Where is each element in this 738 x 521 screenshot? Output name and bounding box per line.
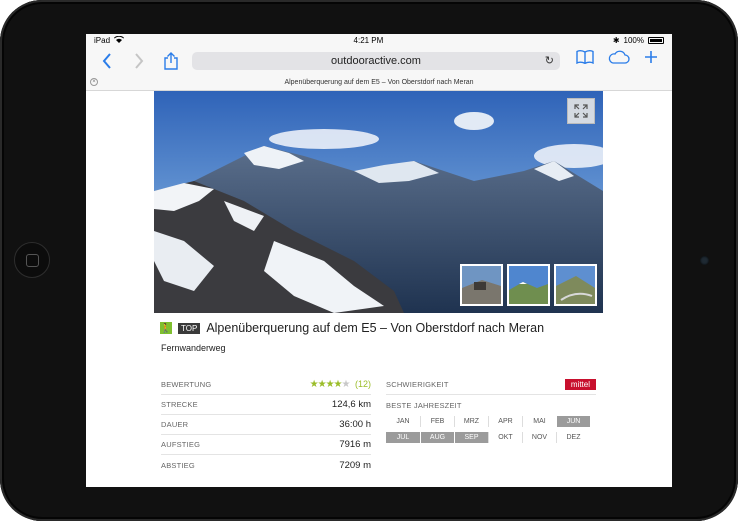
rating-value[interactable]: ★★★★★ (12): [310, 379, 371, 390]
close-icon[interactable]: ×: [90, 78, 98, 86]
thumbnail-strip: [460, 264, 597, 306]
detail-value: 7916 m: [339, 439, 371, 450]
month-jun: JUN: [556, 416, 590, 427]
tour-conditions: SCHWIERIGKEIT mittel BESTE JAHRESZEIT JA…: [386, 375, 596, 443]
chevron-left-icon[interactable]: [96, 50, 118, 72]
thumbnail-2[interactable]: [507, 264, 550, 306]
reload-icon[interactable]: ↻: [545, 54, 554, 67]
month-feb: FEB: [420, 416, 454, 427]
detail-value: 36:00 h: [339, 419, 371, 430]
bluetooth-icon: ✱: [612, 36, 620, 45]
detail-label: ABSTIEG: [161, 460, 195, 470]
star-rating-icon: ★★★★★: [309, 379, 351, 390]
detail-row-ascent: AUFSTIEG 7916 m: [161, 435, 371, 455]
month-okt: OKT: [488, 432, 522, 443]
battery-icon: [647, 37, 664, 44]
detail-row-duration: DAUER 36:00 h: [161, 415, 371, 435]
thumbnail-1[interactable]: [460, 264, 503, 306]
status-bar: iPad 4:21 PM ✱ 100%: [86, 34, 672, 47]
book-icon[interactable]: [576, 50, 594, 69]
tour-details: BEWERTUNG ★★★★★ (12) STRECKE 124,6 km DA…: [161, 375, 371, 475]
hero-image[interactable]: [154, 91, 603, 313]
share-icon[interactable]: [160, 50, 182, 72]
difficulty-badge: mittel: [564, 379, 596, 390]
status-time: 4:21 PM: [353, 36, 384, 45]
season-months: JAN FEB MRZ APR MAI JUN JUL AUG SEP OKT …: [386, 416, 596, 443]
battery-percent: 100%: [623, 36, 644, 45]
season-label: BESTE JAHRESZEIT: [386, 401, 462, 410]
detail-value: 7209 m: [339, 459, 371, 471]
browser-toolbar: outdooractive.com ↻: [86, 47, 672, 75]
top-badge: TOP: [178, 322, 201, 334]
url-text: outdooractive.com: [331, 55, 421, 67]
detail-label: DAUER: [161, 420, 189, 429]
screen: iPad 4:21 PM ✱ 100% outdooractive.com ↻ …: [86, 34, 672, 487]
detail-label: STRECKE: [161, 400, 198, 409]
camera: [700, 256, 709, 265]
detail-row-distance: STRECKE 124,6 km: [161, 395, 371, 415]
detail-label: AUFSTIEG: [161, 440, 201, 449]
difficulty-label: SCHWIERIGKEIT: [386, 380, 449, 389]
month-aug: AUG: [420, 432, 454, 443]
device-name: iPad: [94, 36, 111, 45]
detail-value: 124,6 km: [331, 399, 371, 410]
ipad-bezel: iPad 4:21 PM ✱ 100% outdooractive.com ↻ …: [0, 0, 738, 521]
tour-category: Fernwanderweg: [161, 343, 226, 353]
rating-count: (12): [354, 379, 371, 389]
plus-icon[interactable]: [644, 50, 658, 69]
hiking-icon: 🚶: [160, 322, 172, 334]
tour-title: Alpenüberquerung auf dem E5 – Von Oberst…: [206, 321, 545, 335]
expand-icon[interactable]: [567, 98, 595, 124]
tour-header: 🚶 TOP Alpenüberquerung auf dem E5 – Von …: [160, 321, 544, 335]
page-title: Alpenüberquerung auf dem E5 – Von Oberst…: [284, 79, 474, 86]
chevron-right-icon[interactable]: [128, 50, 150, 72]
thumbnail-3[interactable]: [554, 264, 597, 306]
month-mrz: MRZ: [454, 416, 488, 427]
month-apr: APR: [488, 416, 522, 427]
month-dez: DEZ: [556, 432, 590, 443]
cloud-icon[interactable]: [608, 50, 630, 69]
month-sep: SEP: [454, 432, 488, 443]
wifi-icon: [113, 35, 125, 45]
detail-row-descent: ABSTIEG 7209 m: [161, 455, 371, 475]
rating-row: BEWERTUNG ★★★★★ (12): [161, 375, 371, 395]
rating-label: BEWERTUNG: [161, 380, 212, 389]
month-jan: JAN: [396, 418, 410, 425]
tab-title-bar[interactable]: × Alpenüberquerung auf dem E5 – Von Ober…: [86, 75, 672, 91]
address-bar[interactable]: outdooractive.com ↻: [192, 52, 560, 70]
difficulty-row: SCHWIERIGKEIT mittel: [386, 375, 596, 395]
month-jul: JUL: [386, 432, 420, 443]
month-nov: NOV: [522, 432, 556, 443]
month-mai: MAI: [522, 416, 556, 427]
home-button[interactable]: [14, 242, 50, 278]
